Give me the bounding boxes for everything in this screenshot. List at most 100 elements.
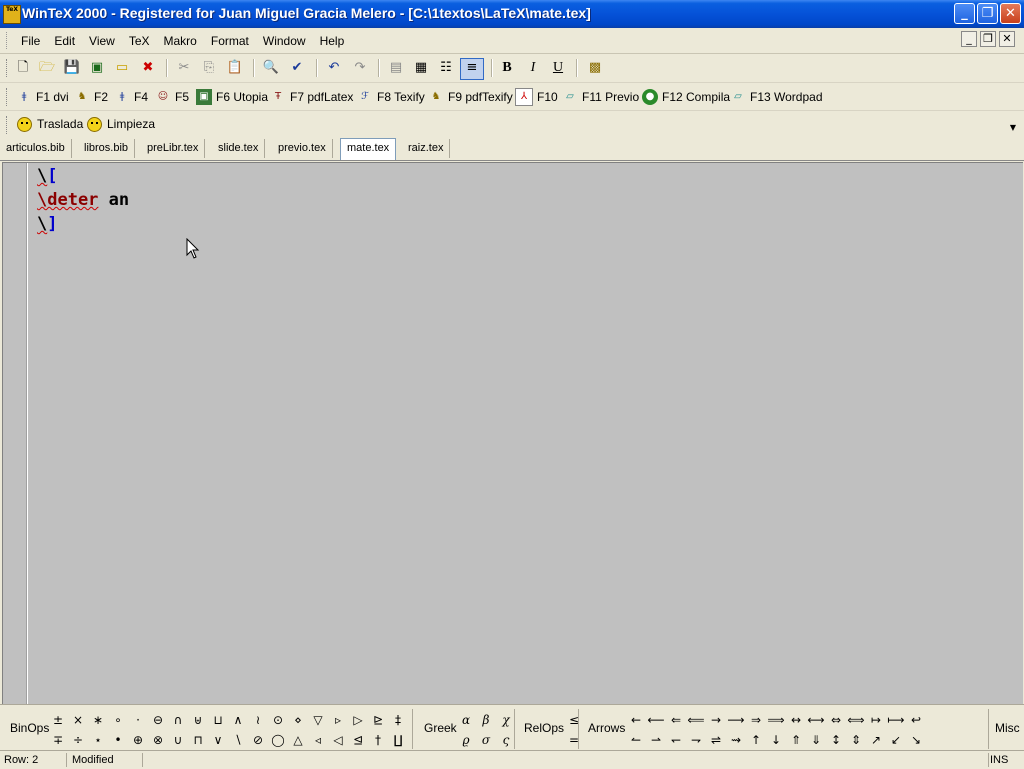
open-folder-icon[interactable]: 🗁 xyxy=(38,59,56,77)
paste-icon[interactable]: 📋 xyxy=(226,59,244,77)
menu-format[interactable]: Format xyxy=(204,34,256,48)
folder-icon[interactable]: ▭ xyxy=(113,59,131,77)
binops-symbol-button[interactable]: ⊔ xyxy=(208,710,228,730)
arrows-symbol-button[interactable]: ⇁ xyxy=(686,730,706,750)
binops-symbol-button[interactable]: ≀ xyxy=(248,710,268,730)
f11-previo-button[interactable]: ▱ F11 Previo xyxy=(562,87,639,107)
arrows-symbol-button[interactable]: ↙ xyxy=(886,730,906,750)
code-line[interactable]: \deter an xyxy=(37,188,129,212)
arrows-symbol-button[interactable]: → xyxy=(706,710,726,730)
tab-raiz-tex[interactable]: raiz.tex xyxy=(402,139,451,158)
menu-view[interactable]: View xyxy=(82,34,122,48)
close-icon[interactable]: ✕ xyxy=(1000,3,1021,24)
arrows-symbol-button[interactable]: ⟹ xyxy=(766,710,786,730)
redo-icon[interactable]: ↷ xyxy=(351,59,369,77)
relops-symbol-button[interactable]: ≤ xyxy=(564,710,584,730)
arrows-symbol-button[interactable]: ↦ xyxy=(866,710,886,730)
maximize-icon[interactable]: ❐ xyxy=(977,3,998,24)
relops-symbol-button[interactable]: = xyxy=(564,730,584,750)
code-line[interactable]: \] xyxy=(37,212,58,236)
arrows-symbol-button[interactable]: ⇌ xyxy=(706,730,726,750)
copy-icon[interactable]: ⎘ xyxy=(200,59,218,77)
arrows-symbol-button[interactable]: ↗ xyxy=(866,730,886,750)
find-icon[interactable]: 🔍 xyxy=(262,59,280,77)
f4-button[interactable]: ǂ F4 xyxy=(114,87,148,107)
binops-symbol-button[interactable]: △ xyxy=(288,730,308,750)
binops-symbol-button[interactable]: ⋄ xyxy=(288,710,308,730)
arrows-symbol-button[interactable]: ⇑ xyxy=(786,730,806,750)
tab-mate-tex[interactable]: mate.tex xyxy=(340,138,397,160)
binops-symbol-button[interactable]: ⊵ xyxy=(368,710,388,730)
cut-icon[interactable]: ✂ xyxy=(175,59,193,77)
relops-label[interactable]: RelOps xyxy=(524,721,564,735)
binops-symbol-button[interactable]: ⊖ xyxy=(148,710,168,730)
wordwrap-icon[interactable]: ≡ xyxy=(460,58,484,80)
menu-help[interactable]: Help xyxy=(313,34,352,48)
menu-edit[interactable]: Edit xyxy=(47,34,82,48)
binops-symbol-button[interactable]: ◁ xyxy=(328,730,348,750)
binops-symbol-button[interactable]: ∨ xyxy=(208,730,228,750)
binops-symbol-button[interactable]: ∧ xyxy=(228,710,248,730)
binops-symbol-button[interactable]: † xyxy=(368,730,388,750)
tab-slide-tex[interactable]: slide.tex xyxy=(212,139,266,158)
undo-icon[interactable]: ↶ xyxy=(325,59,343,77)
f12-compila-button[interactable]: ● F12 Compila xyxy=(642,87,730,107)
bold-button[interactable]: B xyxy=(498,59,516,77)
arrows-symbol-button[interactable]: ⟷ xyxy=(806,710,826,730)
save-icon[interactable]: 💾 xyxy=(63,59,81,77)
binops-symbol-button[interactable]: ∐ xyxy=(388,730,408,750)
tab-previo-tex[interactable]: previo.tex xyxy=(272,139,333,158)
binops-symbol-button[interactable]: ⊴ xyxy=(348,730,368,750)
menu-file[interactable]: File xyxy=(14,34,47,48)
f6-utopia-button[interactable]: ▣ F6 Utopia xyxy=(196,87,268,107)
binops-symbol-button[interactable]: ∪ xyxy=(168,730,188,750)
italic-button[interactable]: I xyxy=(524,59,542,77)
arrows-symbol-button[interactable]: ⟼ xyxy=(886,710,906,730)
arrows-symbol-button[interactable]: ⇔ xyxy=(826,710,846,730)
misc-label[interactable]: Misc xyxy=(995,721,1020,735)
binops-symbol-button[interactable]: ⊎ xyxy=(188,710,208,730)
binops-symbol-button[interactable]: ▹ xyxy=(328,710,348,730)
greek-symbol-button[interactable]: χ xyxy=(496,710,516,730)
tab-articulos-bib[interactable]: articulos.bib xyxy=(0,139,72,158)
spellcheck-icon[interactable]: ✔ xyxy=(288,59,306,77)
arrows-symbol-button[interactable]: ⟵ xyxy=(646,710,666,730)
binops-symbol-button[interactable]: ÷ xyxy=(68,730,88,750)
binops-label[interactable]: BinOps xyxy=(10,721,49,735)
arrows-symbol-button[interactable]: ⇕ xyxy=(846,730,866,750)
arrows-label[interactable]: Arrows xyxy=(588,721,625,735)
binops-symbol-button[interactable]: ▽ xyxy=(308,710,328,730)
arrows-symbol-button[interactable]: ↩ xyxy=(906,710,926,730)
binops-symbol-button[interactable]: ∗ xyxy=(88,710,108,730)
document-icon[interactable]: ▦ xyxy=(412,59,430,77)
binops-symbol-button[interactable]: ▷ xyxy=(348,710,368,730)
arrows-symbol-button[interactable]: ↔ xyxy=(786,710,806,730)
menu-makro[interactable]: Makro xyxy=(157,34,204,48)
arrows-symbol-button[interactable]: ↽ xyxy=(666,730,686,750)
f2-button[interactable]: ♞ F2 xyxy=(74,87,109,107)
minimize-icon[interactable]: _ xyxy=(954,3,975,24)
mdi-minimize-icon[interactable]: _ xyxy=(961,31,977,47)
arrows-symbol-button[interactable]: ↑ xyxy=(746,730,766,750)
arrows-symbol-button[interactable]: ⇐ xyxy=(666,710,686,730)
f1-dvi-button[interactable]: ǂ F1 dvi xyxy=(16,87,69,107)
mdi-restore-icon[interactable]: ❐ xyxy=(980,31,996,47)
arrows-symbol-button[interactable]: ← xyxy=(626,710,646,730)
binops-symbol-button[interactable]: • xyxy=(108,730,128,750)
f10-button[interactable]: ⅄ F10 xyxy=(515,87,558,107)
arrows-symbol-button[interactable]: ⇀ xyxy=(646,730,666,750)
binops-symbol-button[interactable]: ⊕ xyxy=(128,730,148,750)
binops-symbol-button[interactable]: · xyxy=(128,710,148,730)
greek-symbol-button[interactable]: β xyxy=(476,710,496,730)
arrows-symbol-button[interactable]: ↘ xyxy=(906,730,926,750)
binops-symbol-button[interactable]: ± xyxy=(48,710,68,730)
tab-prelibr-tex[interactable]: preLibr.tex xyxy=(141,139,206,158)
block-icon[interactable]: ▤ xyxy=(387,59,405,77)
arrows-symbol-button[interactable]: ⇒ xyxy=(746,710,766,730)
table-icon[interactable]: ▩ xyxy=(586,59,604,77)
binops-symbol-button[interactable]: ∖ xyxy=(228,730,248,750)
arrows-symbol-button[interactable]: ↓ xyxy=(766,730,786,750)
f7-pdflatex-button[interactable]: Ŧ F7 pdfLatex xyxy=(270,87,353,107)
binops-symbol-button[interactable]: ⊓ xyxy=(188,730,208,750)
arrows-symbol-button[interactable]: ↼ xyxy=(626,730,646,750)
